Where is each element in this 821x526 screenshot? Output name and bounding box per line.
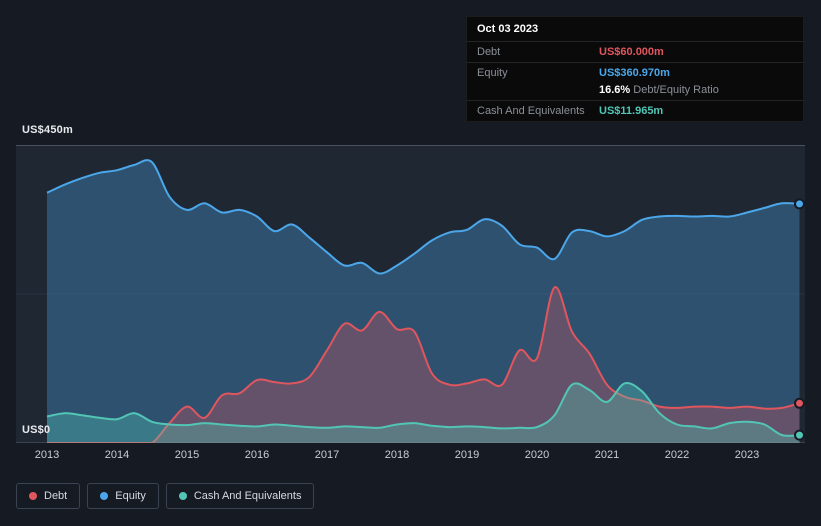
y-axis-max-label: US$450m xyxy=(22,124,73,136)
x-tick: 2023 xyxy=(734,449,760,461)
tooltip-debt-row: Debt US$60.000m xyxy=(467,41,803,62)
equity-end-marker[interactable] xyxy=(794,198,805,210)
tooltip-ratio-row: 16.6% Debt/Equity Ratio xyxy=(467,83,803,100)
tooltip-debt-label: Debt xyxy=(477,46,501,58)
x-tick: 2014 xyxy=(104,449,130,461)
legend: Debt Equity Cash And Equivalents xyxy=(16,483,315,509)
legend-item-cash[interactable]: Cash And Equivalents xyxy=(165,483,315,509)
tooltip-equity-row: Equity US$360.970m xyxy=(467,62,803,83)
plot-area[interactable] xyxy=(16,145,805,443)
x-tick: 2019 xyxy=(454,449,480,461)
legend-item-cash-label: Cash And Equivalents xyxy=(193,490,302,502)
tooltip-date: Oct 03 2023 xyxy=(477,23,539,35)
debt-legend-dot-icon xyxy=(29,492,37,500)
legend-item-debt[interactable]: Debt xyxy=(16,483,81,509)
legend-item-equity[interactable]: Equity xyxy=(87,483,159,509)
x-tick: 2017 xyxy=(314,449,340,461)
debt-end-marker[interactable] xyxy=(794,397,805,409)
tooltip-cash-value: US$11.965m xyxy=(599,105,664,117)
x-tick: 2018 xyxy=(384,449,410,461)
x-tick: 2013 xyxy=(34,449,60,461)
tooltip-equity-label: Equity xyxy=(477,67,508,79)
chart-tooltip: Oct 03 2023 Debt US$60.000m Equity US$36… xyxy=(466,16,804,122)
cash-and-equivalents-end-marker[interactable] xyxy=(794,429,805,441)
tooltip-ratio-label: Debt/Equity Ratio xyxy=(630,84,719,96)
equity-legend-dot-icon xyxy=(100,492,109,500)
x-tick: 2016 xyxy=(244,449,270,461)
legend-item-debt-label: Debt xyxy=(44,490,68,502)
tooltip-cash-label: Cash And Equivalents xyxy=(477,105,585,117)
cash-legend-dot-icon xyxy=(178,492,187,500)
tooltip-ratio-value: 16.6% xyxy=(599,84,631,96)
debt-equity-chart-panel: Oct 03 2023 Debt US$60.000m Equity US$36… xyxy=(0,0,821,526)
tooltip-date-row: Oct 03 2023 xyxy=(467,17,803,41)
y-axis-min-label: US$0 xyxy=(22,424,51,436)
tooltip-cash-row: Cash And Equivalents US$11.965m xyxy=(467,100,803,121)
x-tick: 2020 xyxy=(524,449,550,461)
x-tick: 2021 xyxy=(594,449,620,461)
x-tick: 2015 xyxy=(174,449,200,461)
legend-item-equity-label: Equity xyxy=(115,490,146,502)
x-axis: 2013 2014 2015 2016 2017 2018 2019 2020 2021 2022… xyxy=(0,449,821,465)
chart-svg[interactable] xyxy=(16,145,805,443)
x-tick: 2022 xyxy=(664,449,690,461)
tooltip-equity-value: US$360.970m xyxy=(599,67,670,79)
tooltip-debt-value: US$60.000m xyxy=(599,46,664,58)
